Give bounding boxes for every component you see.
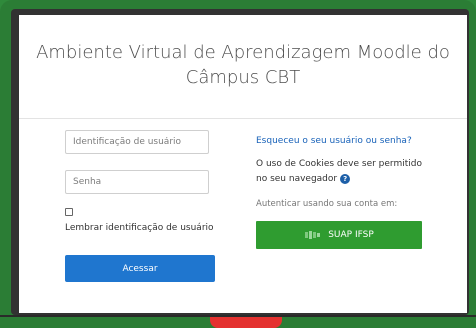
page-title-line-1: Ambiente Virtual de Aprendizagem Moodle … [36, 42, 450, 63]
question-mark-icon[interactable]: ? [340, 173, 351, 184]
suap-button-label: SUAP IFSP [328, 230, 374, 240]
suap-login-button[interactable]: SUAP IFSP [256, 221, 422, 249]
suap-logo-icon [305, 231, 321, 239]
browser-screen: Ambiente Virtual de Aprendizagem Moodle … [19, 15, 467, 313]
login-button[interactable]: Acessar [65, 255, 215, 282]
header-divider [19, 118, 467, 119]
laptop-notch [210, 317, 282, 328]
remember-username-label: Lembrar identificação de usuário [65, 223, 214, 233]
page-title: Ambiente Virtual de Aprendizagem Moodle … [19, 40, 467, 90]
external-auth-label: Autenticar usando sua conta em: [256, 199, 398, 209]
cookies-notice: O uso de Cookies deve ser permitido no s… [256, 157, 426, 187]
cookies-notice-text: O uso de Cookies deve ser permitido no s… [256, 159, 422, 184]
username-input[interactable] [65, 130, 209, 154]
password-input[interactable] [65, 170, 209, 194]
forgot-credentials-link[interactable]: Esqueceu o seu usuário ou senha? [256, 136, 412, 146]
remember-username-checkbox[interactable] [65, 208, 73, 216]
page-title-line-2: Câmpus CBT [185, 67, 301, 88]
